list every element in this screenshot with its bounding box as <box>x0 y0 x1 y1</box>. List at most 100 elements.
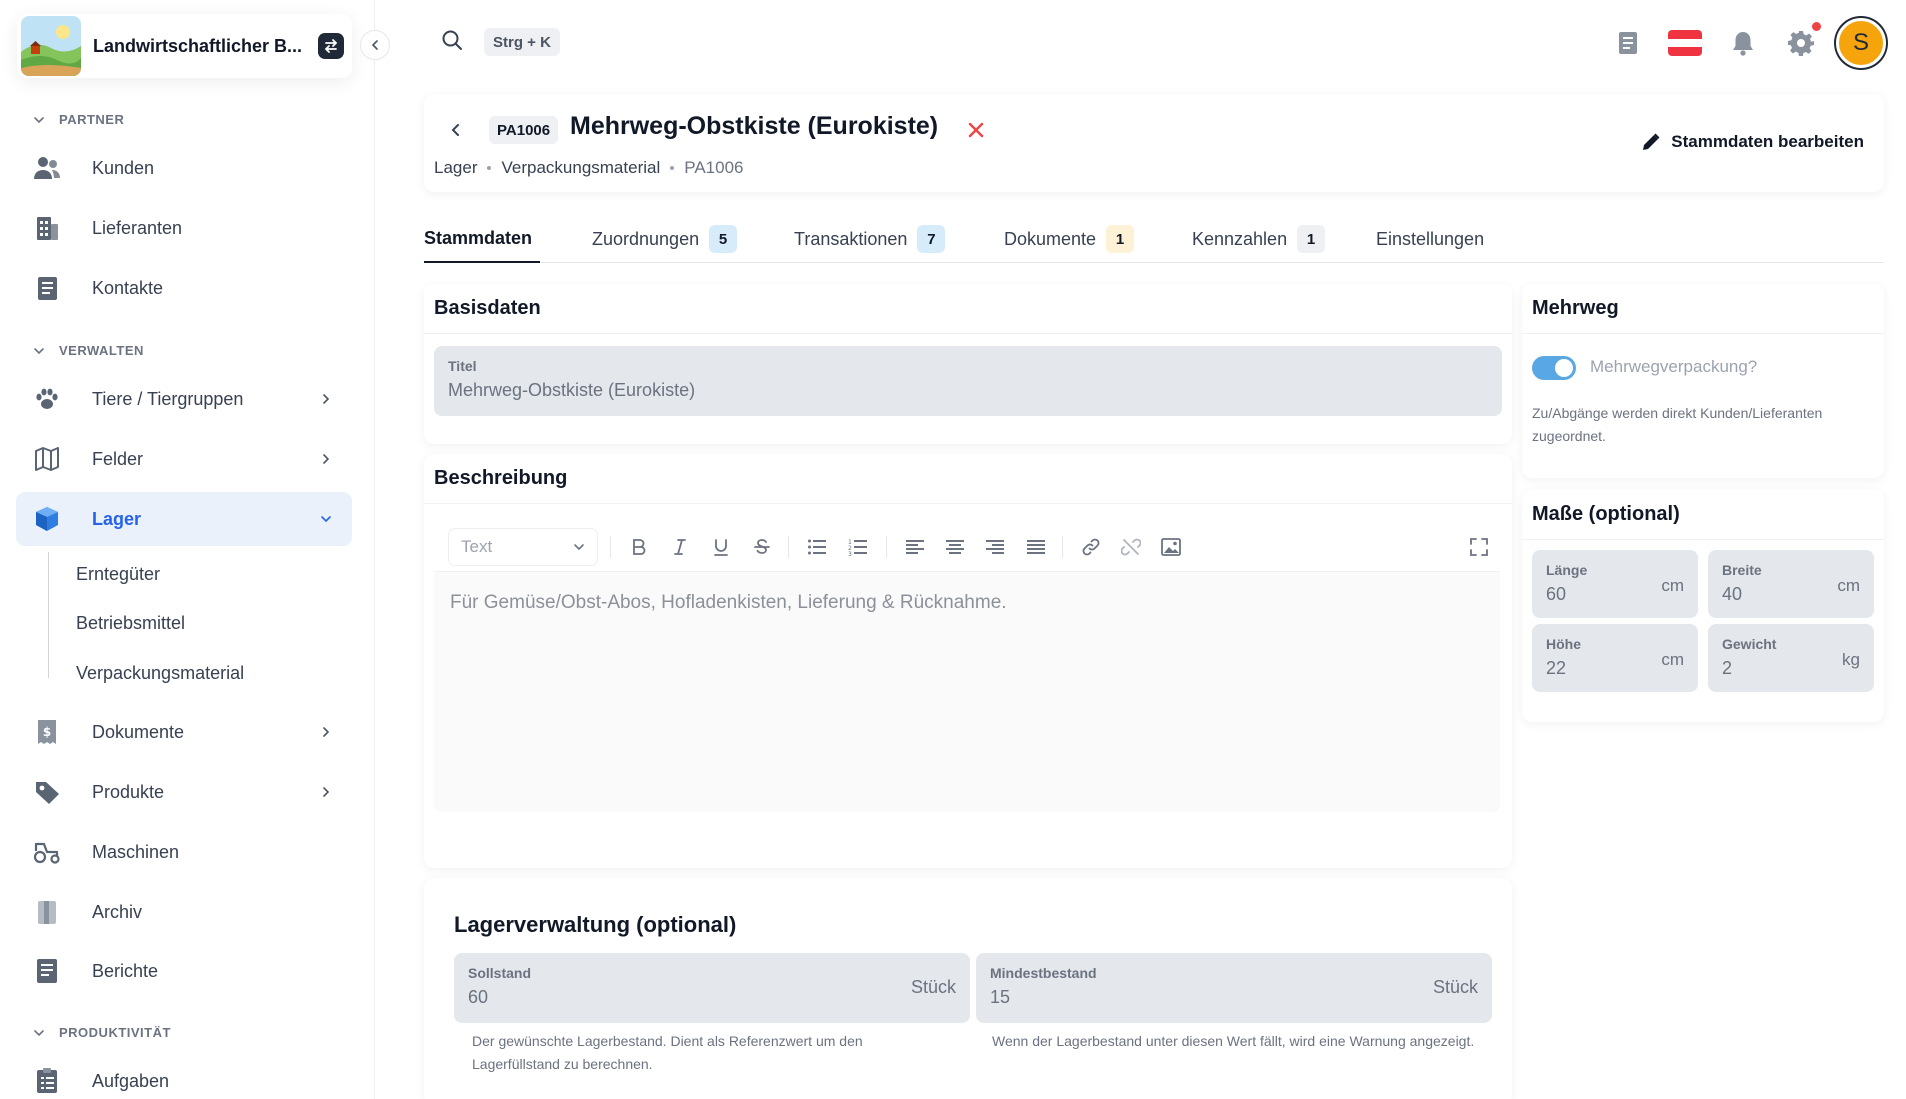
sidebar-item-lieferanten[interactable]: Lieferanten <box>16 201 352 255</box>
bold-icon[interactable] <box>626 534 652 560</box>
record-header: PA1006 Mehrweg-Obstkiste (Eurokiste) Lag… <box>424 94 1884 192</box>
field-unit: cm <box>1661 576 1684 595</box>
count-badge: 1 <box>1297 225 1326 253</box>
avatar-initial: S <box>1852 29 1869 56</box>
avatar[interactable]: S <box>1836 18 1886 68</box>
unlink-icon[interactable] <box>1118 534 1144 560</box>
field-value: 15 <box>990 987 1011 1007</box>
tab-label: Dokumente <box>1004 228 1097 249</box>
align-center-icon[interactable] <box>942 534 968 560</box>
sidebar-item-label: Tiere / Tiergruppen <box>92 388 244 409</box>
hoehe-field[interactable]: Höhe 22 cm <box>1532 624 1698 692</box>
tab-zuordnungen[interactable]: Zuordnungen 5 <box>592 215 738 263</box>
sidebar-subitem-betriebsmittel[interactable]: Betriebsmittel <box>76 613 185 634</box>
switch-icon[interactable] <box>318 33 344 59</box>
austria-flag-icon[interactable] <box>1665 18 1705 68</box>
sidebar-item-label: Dokumente <box>92 721 185 742</box>
tab-bar: Stammdaten Zuordnungen 5 Transaktionen 7… <box>424 215 1884 263</box>
description-text: Für Gemüse/Obst-Abos, Hofladenkisten, Li… <box>450 592 1007 613</box>
chevron-down-icon <box>316 509 336 529</box>
close-button[interactable] <box>964 118 988 142</box>
mindestbestand-hint: Wenn der Lagerbestand unter diesen Wert … <box>992 1033 1475 1049</box>
section-label: PARTNER <box>59 112 125 127</box>
section-produktivitaet[interactable]: PRODUKTIVITÄT <box>33 1025 171 1040</box>
gewicht-field[interactable]: Gewicht 2 kg <box>1708 624 1874 692</box>
sidebar-item-felder[interactable]: Felder <box>16 432 352 486</box>
sidebar-subitem-erntegueter[interactable]: Erntegüter <box>76 564 160 585</box>
numbered-list-icon[interactable]: 123 <box>845 534 871 560</box>
sidebar-item-lager[interactable]: Lager <box>16 492 352 546</box>
tag-icon <box>32 777 62 807</box>
description-editor[interactable]: Für Gemüse/Obst-Abos, Hofladenkisten, Li… <box>434 572 1500 812</box>
section-partner[interactable]: PARTNER <box>33 112 124 127</box>
bullet-list-icon[interactable] <box>804 534 830 560</box>
sidebar-item-kunden[interactable]: Kunden <box>16 141 352 195</box>
sidebar-item-dokumente[interactable]: $ Dokumente <box>16 705 352 759</box>
record-id-badge: PA1006 <box>489 116 559 144</box>
field-value: 40 <box>1722 584 1743 604</box>
tractor-icon <box>32 837 62 867</box>
fullscreen-icon[interactable] <box>1466 534 1492 560</box>
tab-einstellungen[interactable]: Einstellungen <box>1376 215 1484 263</box>
mindestbestand-field[interactable]: Mindestbestand 15 Stück <box>976 953 1492 1023</box>
mehrweg-toggle[interactable] <box>1532 356 1576 380</box>
chevron-left-icon <box>451 124 459 136</box>
back-button[interactable] <box>444 118 468 142</box>
sollstand-field[interactable]: Sollstand 60 Stück <box>454 953 970 1023</box>
sidebar-item-archiv[interactable]: Archiv <box>16 885 352 939</box>
sidebar-item-aufgaben[interactable]: Aufgaben <box>16 1054 352 1099</box>
toggle-knob <box>1555 359 1573 377</box>
search-icon[interactable] <box>440 28 464 57</box>
align-justify-icon[interactable] <box>1023 534 1049 560</box>
sidebar-item-label: Lieferanten <box>92 217 183 238</box>
sidebar-item-produkte[interactable]: Produkte <box>16 765 352 819</box>
tab-label: Stammdaten <box>424 227 533 248</box>
toolbar-separator <box>1062 536 1063 558</box>
tab-dokumente[interactable]: Dokumente 1 <box>1004 215 1135 263</box>
tab-stammdaten[interactable]: Stammdaten <box>424 215 540 263</box>
notes-icon[interactable] <box>1608 18 1648 68</box>
laenge-field[interactable]: Länge 60 cm <box>1532 550 1698 618</box>
image-icon[interactable] <box>1158 534 1184 560</box>
sidebar-subitem-verpackungsmaterial[interactable]: Verpackungsmaterial <box>76 663 244 684</box>
sidebar-item-kontakte[interactable]: Kontakte <box>16 261 352 315</box>
map-icon <box>32 444 62 474</box>
paw-icon <box>32 384 62 414</box>
bell-icon[interactable] <box>1723 18 1763 68</box>
notification-dot <box>1812 22 1821 31</box>
sidebar-item-label: Aufgaben <box>92 1070 170 1091</box>
chevron-right-icon <box>316 449 336 469</box>
search-shortcut-badge[interactable]: Strg + K <box>484 28 560 56</box>
chevron-right-icon <box>316 389 336 409</box>
strikethrough-icon[interactable] <box>749 534 775 560</box>
italic-icon[interactable] <box>667 534 693 560</box>
box-icon <box>32 504 62 534</box>
tab-label: Kennzahlen <box>1192 228 1288 249</box>
underline-icon[interactable] <box>708 534 734 560</box>
sidebar-item-maschinen[interactable]: Maschinen <box>16 825 352 879</box>
checklist-icon <box>32 1066 62 1096</box>
mehrweg-hint: Zu/Abgänge werden direkt Kunden/Lieferan… <box>1532 405 1823 444</box>
align-left-icon[interactable] <box>902 534 928 560</box>
sidebar-item-berichte[interactable]: Berichte <box>16 944 352 998</box>
tab-kennzahlen[interactable]: Kennzahlen 1 <box>1192 215 1326 263</box>
field-unit: Stück <box>910 977 956 997</box>
section-label: VERWALTEN <box>59 343 144 358</box>
tab-transaktionen[interactable]: Transaktionen 7 <box>794 215 946 263</box>
submenu-guide-line <box>48 552 49 678</box>
link-icon[interactable] <box>1078 534 1104 560</box>
sidebar-item-tiere[interactable]: Tiere / Tiergruppen <box>16 372 352 426</box>
collapse-sidebar-button[interactable] <box>360 30 390 60</box>
align-right-icon[interactable] <box>982 534 1008 560</box>
chevron-down-icon <box>574 544 584 551</box>
breadcrumb-item-lager[interactable]: Lager <box>434 158 477 178</box>
breite-field[interactable]: Breite 40 cm <box>1708 550 1874 618</box>
edit-stammdaten-button[interactable]: Stammdaten bearbeiten <box>1641 132 1864 152</box>
titel-field[interactable]: Titel Mehrweg-Obstkiste (Eurokiste) <box>434 346 1502 416</box>
section-verwalten[interactable]: VERWALTEN <box>33 343 144 358</box>
svg-text:$: $ <box>43 725 51 739</box>
format-select-value: Text <box>461 537 493 556</box>
workspace-switcher[interactable]: Landwirtschaftlicher B... <box>17 14 352 78</box>
breadcrumb-item-verpackungsmaterial[interactable]: Verpackungsmaterial <box>501 158 660 178</box>
text-format-select[interactable]: Text <box>448 528 598 566</box>
